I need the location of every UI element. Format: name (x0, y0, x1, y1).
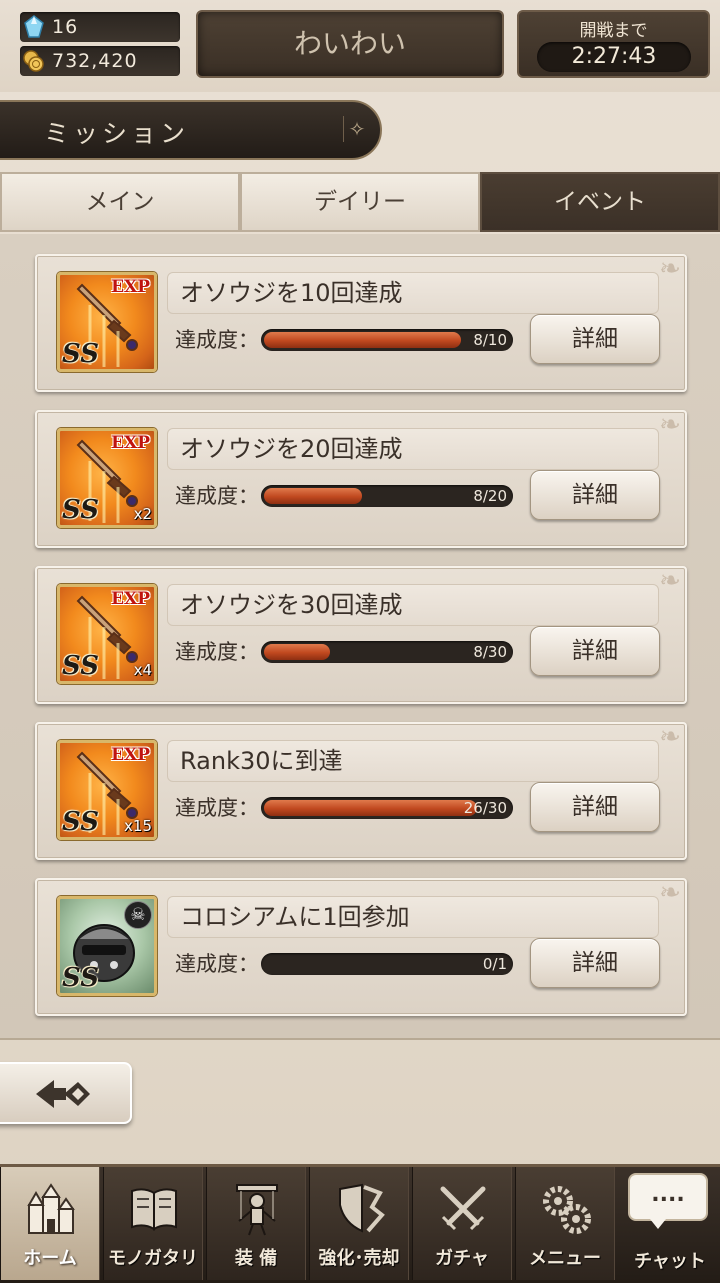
exp-badge: EXP (111, 277, 150, 297)
progress-label: 達成度： (175, 484, 259, 508)
section-header: ミッション ✧ (0, 100, 382, 160)
corner-ornament-icon: ❧ (659, 722, 681, 752)
rarity-badge: SS (62, 651, 99, 681)
mission-card: ❧ EXP SS オソウジを10回達成 達成度： 8/10 詳細 (35, 254, 687, 392)
reward-item[interactable]: EXP SS x15 (57, 740, 157, 840)
mission-title: オソウジを20回達成 (167, 428, 659, 470)
detail-button[interactable]: 詳細 (530, 938, 660, 988)
nav-enhance-sell[interactable]: 強化･売却 (309, 1167, 409, 1280)
reward-item[interactable]: EXP SS (57, 272, 157, 372)
rarity-badge: SS (62, 495, 99, 525)
nav-label: モノガタリ (108, 1248, 198, 1269)
progress-fill (264, 800, 477, 816)
puppet-icon (236, 1184, 278, 1236)
mission-list[interactable]: ❧ EXP SS オソウジを10回達成 達成度： 8/10 詳細 ❧ EXP S… (0, 234, 720, 1040)
mission-title: Rank30に到達 (167, 740, 659, 782)
mission-title: オソウジを30回達成 (167, 584, 659, 626)
detail-button[interactable]: 詳細 (530, 782, 660, 832)
diamond-ornament-icon: ✧ (343, 116, 370, 142)
reward-item[interactable]: EXP SS x2 (57, 428, 157, 528)
progress-text: 8/20 (473, 487, 507, 505)
nav-label: 強化･売却 (318, 1248, 400, 1269)
progress-bar: 8/20 (261, 485, 513, 507)
mission-title: コロシアムに1回参加 (167, 896, 659, 938)
chat-button[interactable]: チャット (622, 1247, 718, 1273)
shield-icon (339, 1183, 385, 1233)
mission-title: オソウジを10回達成 (167, 272, 659, 314)
corner-ornament-icon: ❧ (659, 410, 681, 440)
coins-icon (22, 49, 46, 73)
rarity-badge: SS (62, 807, 99, 837)
gem-count: 16 (52, 16, 79, 38)
mission-card: ❧ EXP SS x15 Rank30に到達 達成度： 26/30 詳細 (35, 722, 687, 860)
reward-quantity: x2 (133, 505, 152, 523)
crystal-icon (22, 15, 46, 39)
gold-count: 732,420 (52, 50, 138, 72)
timer-value: 2:27:43 (537, 42, 691, 72)
section-title: ミッション (44, 119, 190, 148)
book-icon (131, 1188, 177, 1231)
nav-label: ガチャ (435, 1248, 489, 1269)
progress-label: 達成度： (175, 640, 259, 664)
reward-item[interactable]: ☠ SS (57, 896, 157, 996)
skull-icon: ☠ (124, 901, 152, 929)
nav-home[interactable]: ホーム (0, 1167, 100, 1280)
progress-fill (264, 332, 461, 348)
rarity-badge: SS (62, 963, 99, 993)
corner-ornament-icon: ❧ (659, 254, 681, 284)
rarity-badge: SS (62, 339, 99, 369)
nav-equipment[interactable]: 装 備 (206, 1167, 306, 1280)
progress-text: 26/30 (463, 799, 507, 817)
corner-ornament-icon: ❧ (659, 566, 681, 596)
progress-text: 8/30 (473, 643, 507, 661)
crossed-swords-icon (440, 1186, 486, 1231)
progress-label: 達成度： (175, 952, 259, 976)
progress-fill (264, 644, 330, 660)
reward-quantity: x4 (133, 661, 152, 679)
castle-icon (27, 1183, 75, 1234)
detail-button[interactable]: 詳細 (530, 314, 660, 364)
player-name-plate[interactable]: わいわい (196, 10, 504, 78)
gem-counter: 16 (20, 12, 180, 42)
progress-bar: 26/30 (261, 797, 513, 819)
reward-quantity: x15 (124, 817, 152, 835)
nav-label: メニュー (529, 1248, 601, 1269)
tab-main[interactable]: メイン (0, 172, 240, 232)
progress-label: 達成度： (175, 328, 259, 352)
back-arrow-icon (36, 1080, 90, 1108)
mission-tabs: メイン デイリー イベント (0, 172, 720, 234)
detail-button[interactable]: 詳細 (530, 470, 660, 520)
mission-card: ❧ ☠ SS コロシアムに1回参加 達成度： 0/1 詳細 (35, 878, 687, 1016)
progress-text: 0/1 (482, 955, 507, 973)
tab-daily[interactable]: デイリー (240, 172, 480, 232)
nav-story[interactable]: モノガタリ (103, 1167, 203, 1280)
tab-event[interactable]: イベント (480, 172, 720, 232)
progress-bar: 8/10 (261, 329, 513, 351)
detail-button[interactable]: 詳細 (530, 626, 660, 676)
corner-ornament-icon: ❧ (659, 878, 681, 908)
back-button[interactable] (0, 1062, 132, 1124)
reward-item[interactable]: EXP SS x4 (57, 584, 157, 684)
gears-icon (543, 1186, 591, 1234)
nav-label: 装 備 (234, 1248, 278, 1269)
exp-badge: EXP (111, 433, 150, 453)
exp-badge: EXP (111, 745, 150, 765)
chat-bubble-icon[interactable]: .... (628, 1173, 708, 1229)
nav-label: ホーム (23, 1248, 77, 1269)
nav-menu[interactable]: メニュー (515, 1167, 615, 1280)
mission-card: ❧ EXP SS x2 オソウジを20回達成 達成度： 8/20 詳細 (35, 410, 687, 548)
timer-label: 開戦まで (579, 21, 648, 41)
progress-bar: 0/1 (261, 953, 513, 975)
progress-bar: 8/30 (261, 641, 513, 663)
gold-counter: 732,420 (20, 46, 180, 76)
battle-timer: 開戦まで 2:27:43 (517, 10, 710, 78)
progress-text: 8/10 (473, 331, 507, 349)
bottom-nav: ホーム モノガタリ 装 備 強化･売却 ガチャ メニュー .... チャット (0, 1164, 720, 1283)
progress-fill (264, 488, 362, 504)
exp-badge: EXP (111, 589, 150, 609)
top-status-bar: 16 732,420 わいわい 開戦まで 2:27:43 (0, 0, 720, 92)
nav-gacha[interactable]: ガチャ (412, 1167, 512, 1280)
mission-card: ❧ EXP SS x4 オソウジを30回達成 達成度： 8/30 詳細 (35, 566, 687, 704)
progress-label: 達成度： (175, 796, 259, 820)
